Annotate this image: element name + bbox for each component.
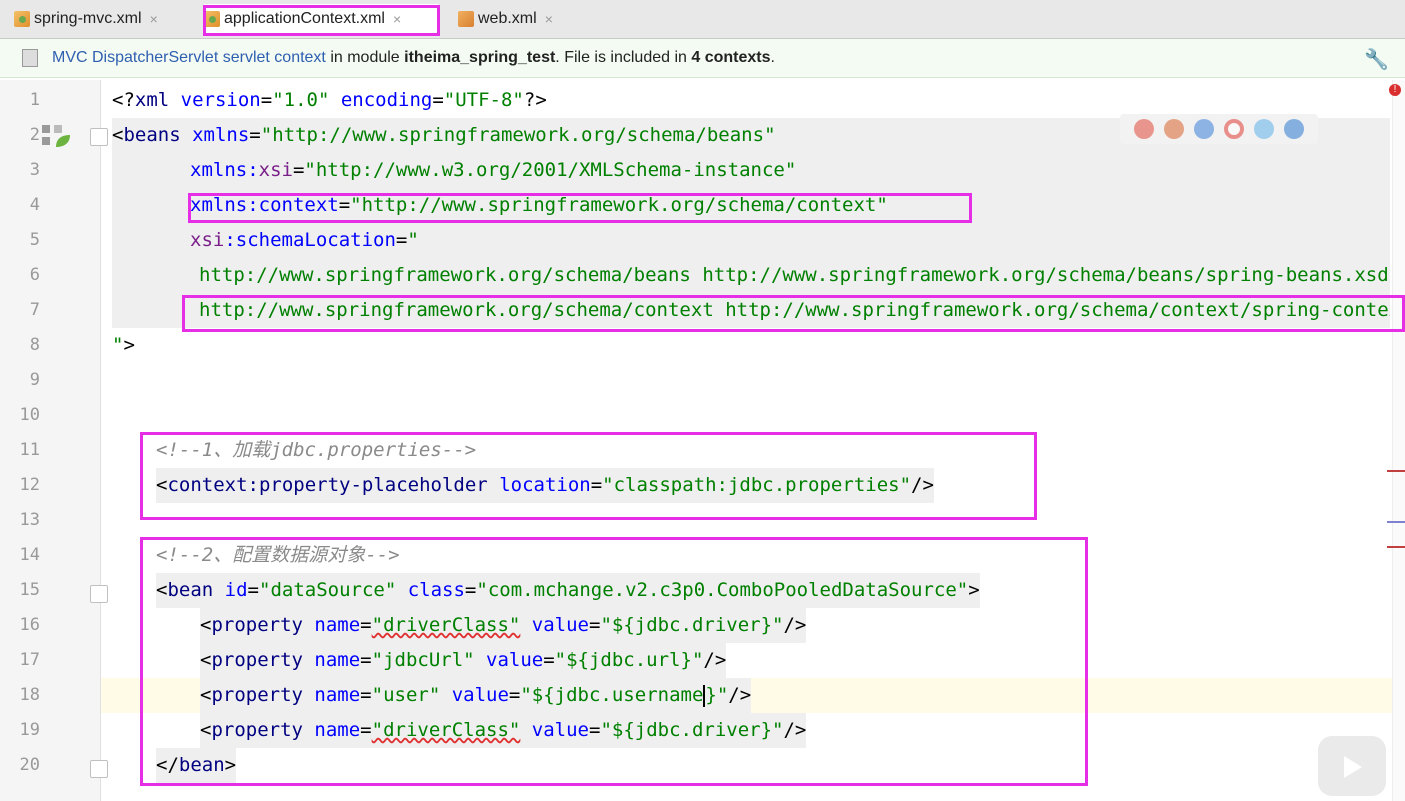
code-token: = [395,229,408,251]
line-number: 19 [19,720,40,740]
tab-web-xml[interactable]: web.xml × [458,4,580,34]
safari-icon[interactable] [1194,119,1214,139]
firefox-icon[interactable] [1164,119,1184,139]
error-stripe-mark[interactable] [1387,470,1405,472]
info-text: . [770,49,775,66]
play-icon[interactable] [1318,736,1386,796]
line-number: 11 [19,440,40,460]
info-text: . File is included in [555,49,692,66]
error-stripe-mark[interactable] [1387,546,1405,548]
code-token: xmlns [180,124,250,146]
line-number: 10 [19,405,40,425]
line-number: 17 [19,650,40,670]
code-token: " [112,334,124,356]
line-number: 2 [29,125,40,145]
line-number: 1 [29,90,40,110]
browser-preview-bar [1120,114,1318,144]
schema-location-highlight-box [182,295,1405,332]
fold-marker[interactable] [90,128,108,146]
code-line-5: xsi:schemaLocation=" [112,223,1390,258]
code-token: xmlns: [190,159,259,181]
tab-label: web.xml [478,10,537,27]
edge-icon[interactable] [1284,119,1304,139]
code-token: xml [134,89,170,111]
spring-bean-gutter-icon[interactable] [42,123,70,149]
web-xml-file-icon [458,11,474,27]
xmlns-context-highlight-box [188,193,972,223]
code-token: > [123,334,135,356]
code-token: "http://www.springframework.org/schema/b… [260,124,776,146]
tab-spring-mvc-xml[interactable]: spring-mvc.xml × [14,4,189,34]
editor-scrollbar[interactable]: ! [1389,80,1405,801]
line-number: 20 [19,755,40,775]
property-placeholder-highlight-box [140,432,1037,520]
close-icon[interactable]: × [150,11,158,27]
line-number: 6 [29,265,40,285]
error-icon[interactable]: ! [1389,84,1401,96]
code-line-1: <?xml version="1.0" encoding="UTF-8"?> [112,83,547,118]
chrome-icon[interactable] [1134,119,1154,139]
code-token: beans [123,124,181,146]
code-token: http://www.springframework.org/schema/be… [199,264,1389,286]
line-number: 15 [19,580,40,600]
code-token: version [169,89,261,111]
file-context-icon [22,49,38,67]
code-token: < [112,124,124,146]
line-number: 4 [29,195,40,215]
code-token: "http://www.w3.org/2001/XMLSchema-instan… [304,159,797,181]
code-token: = [249,124,261,146]
code-line-3: xmlns:xsi="http://www.w3.org/2001/XMLSch… [112,153,1390,188]
code-token: = [432,89,444,111]
code-token: ?> [523,89,547,111]
code-token: = [292,159,305,181]
xml-file-icon [14,11,30,27]
line-number: 13 [19,510,40,530]
info-text: in module [325,49,405,66]
code-token: encoding [329,89,433,111]
code-token: = [260,89,273,111]
wrench-icon[interactable]: 🔧 [1364,47,1389,72]
opera-icon[interactable] [1224,119,1244,139]
tab-highlight-box [203,5,440,36]
line-number: 16 [19,615,40,635]
context-count: 4 contexts [691,49,771,66]
line-number: 14 [19,545,40,565]
code-token: xsi [190,229,225,251]
code-token: <? [112,89,135,111]
context-info-bar: MVC DispatcherServlet servlet context in… [0,39,1405,78]
line-number: 8 [29,335,40,355]
fold-marker[interactable] [90,585,108,603]
code-token: "UTF-8" [443,89,524,111]
code-line-6: http://www.springframework.org/schema/be… [112,258,1390,293]
ie-icon[interactable] [1254,119,1274,139]
module-name: itheima_spring_test [404,49,556,66]
datasource-bean-highlight-box [140,537,1088,786]
tab-label: spring-mvc.xml [34,10,142,27]
code-token: :schemaLocation [224,229,396,251]
usage-stripe-mark[interactable] [1387,521,1405,523]
code-line-8: "> [112,328,135,363]
line-number: 3 [29,160,40,180]
line-number: 5 [29,230,40,250]
code-token: "1.0" [272,89,330,111]
code-token: xsi [258,159,293,181]
line-number: 18 [19,685,40,705]
line-number: 12 [19,475,40,495]
code-token: " [407,229,419,251]
line-number: 7 [29,300,40,320]
context-link[interactable]: MVC DispatcherServlet servlet context [52,49,326,67]
line-number: 9 [29,370,40,390]
fold-marker[interactable] [90,760,108,778]
close-icon[interactable]: × [545,11,553,27]
